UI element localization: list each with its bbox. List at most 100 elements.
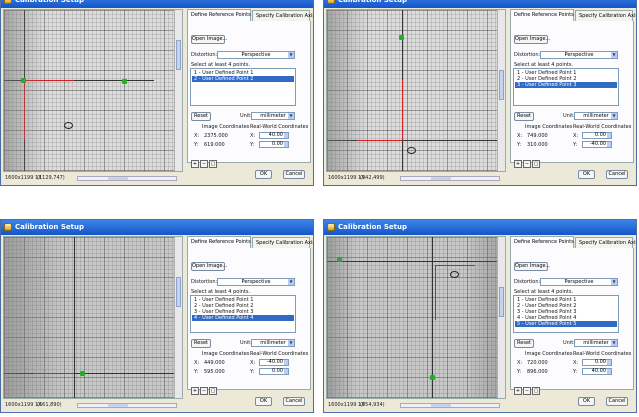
- reference-point-marker[interactable]: [430, 375, 435, 380]
- chevron-down-icon[interactable]: ▼: [288, 279, 294, 285]
- ok-button[interactable]: OK: [578, 170, 595, 179]
- chevron-down-icon[interactable]: ▼: [288, 52, 294, 58]
- unit-select[interactable]: millimeter ▼: [251, 112, 295, 120]
- real-y-input[interactable]: 40.00: [582, 368, 612, 375]
- unit-select[interactable]: millimeter ▼: [574, 339, 618, 347]
- real-x-input[interactable]: 0.00: [582, 132, 612, 139]
- tab-specify-calibration-axis[interactable]: Specify Calibration Axis: [575, 10, 636, 21]
- distortion-select[interactable]: Perspective ▼: [540, 278, 618, 286]
- image-viewer[interactable]: [3, 9, 183, 172]
- real-y-input[interactable]: 0.00: [259, 141, 289, 148]
- image-vertical-scrollbar[interactable]: [174, 10, 182, 171]
- spinner-icon[interactable]: [607, 133, 611, 138]
- ok-button[interactable]: OK: [578, 397, 595, 406]
- reference-point-item[interactable]: 5 - User Defined Point 5: [515, 321, 617, 327]
- chevron-down-icon[interactable]: ▼: [611, 340, 617, 346]
- image-horizontal-scrollbar[interactable]: [77, 403, 177, 408]
- spinner-icon[interactable]: [607, 360, 611, 365]
- real-x-input[interactable]: -40.00: [259, 359, 289, 366]
- cancel-button[interactable]: Cancel: [606, 397, 628, 406]
- zoom-fit-icon[interactable]: ▢: [209, 387, 217, 395]
- zoom-out-icon[interactable]: −: [523, 160, 531, 168]
- chevron-down-icon[interactable]: ▼: [611, 52, 617, 58]
- ok-button[interactable]: OK: [255, 170, 272, 179]
- open-image-button[interactable]: Open Image...: [191, 35, 227, 44]
- spinner-icon[interactable]: [284, 142, 288, 147]
- zoom-out-icon[interactable]: −: [200, 387, 208, 395]
- real-y-input[interactable]: -40.00: [582, 141, 612, 148]
- reference-point-marker[interactable]: [122, 79, 127, 84]
- real-y-input[interactable]: 0.00: [259, 368, 289, 375]
- unit-select[interactable]: millimeter ▼: [574, 112, 618, 120]
- image-vertical-scrollbar[interactable]: [174, 237, 182, 398]
- scrollbar-thumb[interactable]: [499, 70, 504, 100]
- reference-point-marker[interactable]: [399, 35, 404, 40]
- unit-select[interactable]: millimeter ▼: [251, 339, 295, 347]
- image-viewer[interactable]: [326, 236, 506, 399]
- reset-button[interactable]: Reset: [514, 112, 534, 121]
- reference-points-list[interactable]: 1 - User Defined Point 12 - User Defined…: [190, 295, 296, 333]
- distortion-select[interactable]: Perspective ▼: [540, 51, 618, 59]
- real-x-input[interactable]: 40.00: [259, 132, 289, 139]
- cancel-button[interactable]: Cancel: [606, 170, 628, 179]
- spinner-icon[interactable]: [607, 369, 611, 374]
- image-x-value: 749.000: [527, 133, 548, 139]
- open-image-button[interactable]: Open Image...: [514, 262, 550, 271]
- reference-point-marker[interactable]: [80, 371, 85, 376]
- image-horizontal-scrollbar[interactable]: [77, 176, 177, 181]
- scrollbar-thumb[interactable]: [176, 277, 181, 307]
- ok-button[interactable]: OK: [255, 397, 272, 406]
- zoom-in-icon[interactable]: +: [514, 160, 522, 168]
- reset-button[interactable]: Reset: [191, 339, 211, 348]
- reference-point-item[interactable]: 4 - User Defined Point 4: [192, 315, 294, 321]
- reset-button[interactable]: Reset: [514, 339, 534, 348]
- tab-specify-calibration-axis[interactable]: Specify Calibration Axis: [252, 237, 313, 248]
- zoom-out-icon[interactable]: −: [523, 387, 531, 395]
- zoom-fit-icon[interactable]: ▢: [209, 160, 217, 168]
- chevron-down-icon[interactable]: ▼: [288, 113, 294, 119]
- image-viewer[interactable]: [326, 9, 506, 172]
- scrollbar-thumb[interactable]: [176, 40, 181, 70]
- zoom-fit-icon[interactable]: ▢: [532, 160, 540, 168]
- zoom-fit-icon[interactable]: ▢: [532, 387, 540, 395]
- image-vertical-scrollbar[interactable]: [497, 10, 505, 171]
- spinner-icon[interactable]: [607, 142, 611, 147]
- settings-panel: Define Reference Points Specify Calibrat…: [185, 9, 313, 183]
- real-x-input[interactable]: 0.00: [582, 359, 612, 366]
- chevron-down-icon[interactable]: ▼: [288, 340, 294, 346]
- settings-panel: Define Reference Points Specify Calibrat…: [185, 236, 313, 410]
- scrollbar-thumb[interactable]: [499, 287, 504, 317]
- reference-points-list[interactable]: 1 - User Defined Point 12 - User Defined…: [513, 295, 619, 333]
- open-image-button[interactable]: Open Image...: [191, 262, 227, 271]
- image-y-label: Y:: [517, 369, 522, 375]
- zoom-out-icon[interactable]: −: [200, 160, 208, 168]
- cancel-button[interactable]: Cancel: [283, 170, 305, 179]
- image-viewer[interactable]: [3, 236, 183, 399]
- zoom-in-icon[interactable]: +: [191, 387, 199, 395]
- spinner-icon[interactable]: [284, 369, 288, 374]
- zoom-in-icon[interactable]: +: [191, 160, 199, 168]
- reference-point-item[interactable]: 3 - User Defined Point 3: [515, 82, 617, 88]
- tab-specify-calibration-axis[interactable]: Specify Calibration Axis: [575, 237, 636, 248]
- open-image-button[interactable]: Open Image...: [514, 35, 550, 44]
- image-x-label: X:: [194, 360, 200, 366]
- distortion-select[interactable]: Perspective ▼: [217, 51, 295, 59]
- image-horizontal-scrollbar[interactable]: [400, 403, 500, 408]
- reference-points-list[interactable]: 1 - User Defined Point 12 - User Defined…: [190, 68, 296, 106]
- image-horizontal-scrollbar[interactable]: [400, 176, 500, 181]
- spinner-icon[interactable]: [284, 360, 288, 365]
- reference-points-list[interactable]: 1 - User Defined Point 12 - User Defined…: [513, 68, 619, 106]
- tab-specify-calibration-axis[interactable]: Specify Calibration Axis: [252, 10, 313, 21]
- image-vertical-scrollbar[interactable]: [497, 237, 505, 398]
- reference-point-item[interactable]: 2 - User Defined Point 2: [192, 76, 294, 82]
- chevron-down-icon[interactable]: ▼: [611, 113, 617, 119]
- zoom-in-icon[interactable]: +: [514, 387, 522, 395]
- unit-value: millimeter: [260, 113, 286, 119]
- distortion-select[interactable]: Perspective ▼: [217, 278, 295, 286]
- title-bar: Calibration Setup: [1, 220, 313, 235]
- cancel-button[interactable]: Cancel: [283, 397, 305, 406]
- reset-button[interactable]: Reset: [191, 112, 211, 121]
- spinner-icon[interactable]: [284, 133, 288, 138]
- chevron-down-icon[interactable]: ▼: [611, 279, 617, 285]
- cursor-coordinates: (1129,747): [37, 175, 65, 181]
